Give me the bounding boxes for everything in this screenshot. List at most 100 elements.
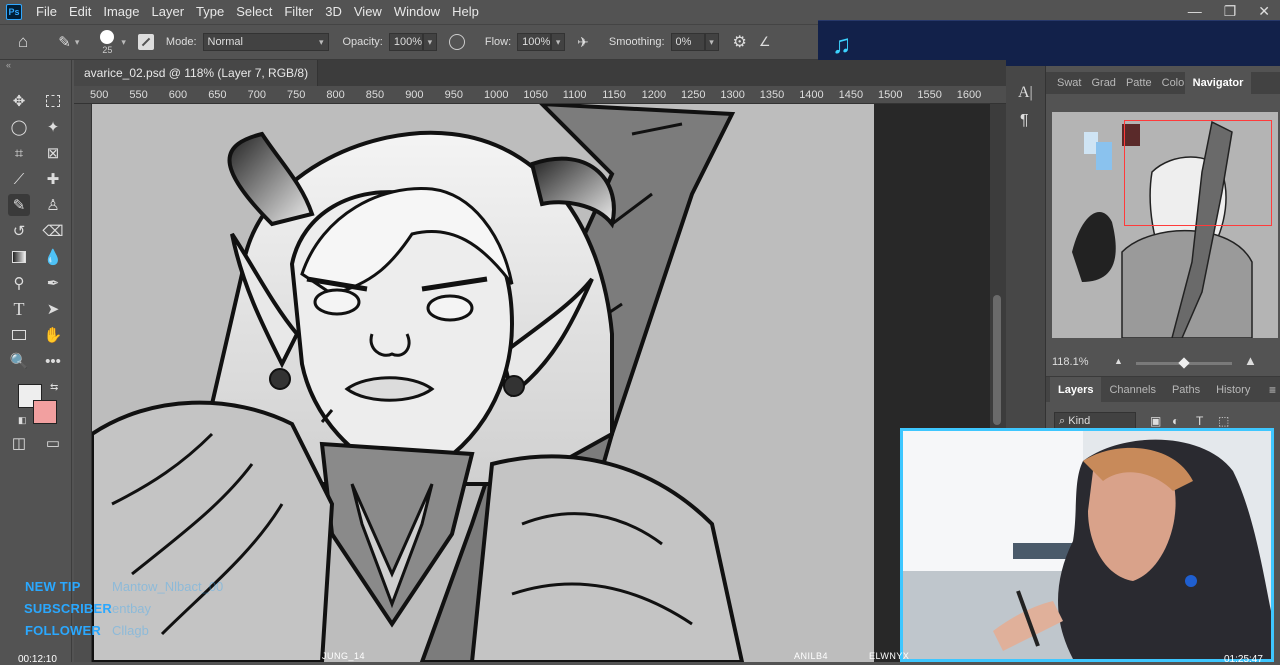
eraser-tool-icon[interactable]: ⌫ — [42, 220, 64, 242]
mode-select[interactable]: Normal ▾ — [202, 33, 329, 51]
paragraph-panel-icon[interactable]: ¶ — [1020, 112, 1029, 130]
filter-type-icon[interactable]: T — [1196, 414, 1203, 428]
zoom-in-icon[interactable]: ▲ — [1244, 353, 1257, 368]
menu-view[interactable]: View — [348, 0, 388, 24]
tab-swatches[interactable]: Swat — [1052, 72, 1086, 94]
menu-type[interactable]: Type — [190, 0, 230, 24]
ruler-label: 1100 — [562, 89, 587, 101]
default-colors-icon[interactable]: ◧ — [18, 415, 27, 426]
angle-icon[interactable]: ∠ — [759, 34, 771, 50]
type-tool-icon[interactable]: T — [8, 298, 30, 320]
brush-tool-icon[interactable]: ✎ — [8, 194, 30, 216]
tab-patterns[interactable]: Patte — [1121, 72, 1157, 94]
gear-icon[interactable]: ⚙ — [733, 32, 747, 52]
background-color-swatch[interactable] — [33, 400, 57, 424]
photoshop-logo: Ps — [6, 4, 22, 20]
zoom-slider-thumb[interactable] — [1178, 357, 1190, 369]
zoom-out-icon[interactable]: ▲ — [1114, 356, 1123, 366]
collapse-toolbar-icon[interactable]: « — [6, 60, 11, 70]
navigator-panel-tabs: Swat Grad Patte Color Navigator — [1046, 72, 1280, 94]
frame-tool-icon[interactable]: ⊠ — [42, 142, 64, 164]
filter-pixel-icon[interactable]: ▣ — [1150, 414, 1161, 428]
menu-edit[interactable]: Edit — [63, 0, 97, 24]
history-brush-tool-icon[interactable]: ↺ — [8, 220, 30, 242]
alert-label-follower: FOLLOWER — [25, 623, 101, 638]
marquee-tool-icon[interactable] — [42, 90, 64, 112]
character-panel-icon[interactable]: A| — [1018, 84, 1033, 102]
brush-preset-picker[interactable]: 25 — [97, 29, 117, 55]
search-icon: ⌕ — [1059, 415, 1066, 427]
eyedropper-tool-icon[interactable]: ⟋ — [8, 168, 30, 190]
magic-wand-tool-icon[interactable]: ✦ — [42, 116, 64, 138]
brush-tool-icon[interactable]: ✎ — [58, 33, 71, 51]
opacity-field[interactable]: 100% — [388, 33, 423, 51]
gradient-tool-icon[interactable] — [8, 246, 30, 268]
vertical-scroll-thumb[interactable] — [993, 295, 1001, 425]
pressure-opacity-icon[interactable] — [448, 34, 465, 50]
tab-gradients[interactable]: Grad — [1086, 72, 1120, 94]
chevron-down-icon[interactable]: ▾ — [422, 33, 437, 51]
window-controls: — ❐ ✕ — [1188, 0, 1270, 22]
close-button[interactable]: ✕ — [1258, 0, 1270, 22]
ruler-label: 1400 — [799, 89, 824, 101]
home-icon[interactable]: ⌂ — [18, 32, 28, 52]
ruler-label: 800 — [326, 89, 345, 101]
filter-adjustment-icon[interactable]: ◐ — [1172, 414, 1179, 428]
opacity-value: 100% — [393, 36, 422, 48]
tab-color[interactable]: Color — [1157, 72, 1185, 94]
ruler-label: 750 — [287, 89, 306, 101]
smoothing-value: 0% — [675, 36, 692, 48]
airbrush-icon[interactable]: ✈ — [577, 34, 589, 51]
menu-filter[interactable]: Filter — [278, 0, 319, 24]
minimize-button[interactable]: — — [1188, 0, 1202, 22]
menu-image[interactable]: Image — [97, 0, 145, 24]
restore-button[interactable]: ❐ — [1224, 0, 1237, 22]
menu-window[interactable]: Window — [388, 0, 446, 24]
rectangle-tool-icon[interactable] — [8, 324, 30, 346]
swap-colors-icon[interactable]: ⇆ — [50, 382, 58, 393]
menu-layer[interactable]: Layer — [146, 0, 191, 24]
healing-brush-tool-icon[interactable]: ✚ — [42, 168, 64, 190]
filter-shape-icon[interactable]: ⬚ — [1218, 414, 1229, 428]
tools-panel: « ✥ ◯ ✦ ⌗ ⊠ ⟋ ✚ ✎ ♙ ↺ ⌫ 💧 ⚲ ✒ T ➤ ✋ 🔍 ••… — [0, 60, 72, 662]
tab-paths[interactable]: Paths — [1164, 377, 1208, 403]
chevron-down-icon[interactable]: ▾ — [75, 37, 80, 48]
menu-select[interactable]: Select — [230, 0, 278, 24]
crop-tool-icon[interactable]: ⌗ — [8, 142, 30, 164]
lasso-tool-icon[interactable]: ◯ — [8, 116, 30, 138]
smoothing-field[interactable]: 0% — [670, 33, 705, 51]
tab-navigator[interactable]: Navigator — [1184, 72, 1252, 94]
panel-menu-icon[interactable]: ≡ — [1269, 383, 1276, 397]
path-selection-tool-icon[interactable]: ➤ — [42, 298, 64, 320]
menu-3d[interactable]: 3D — [319, 0, 348, 24]
document-tab[interactable]: avarice_02.psd @ 118% (Layer 7, RGB/8) × — [74, 60, 318, 106]
flow-field[interactable]: 100% — [517, 33, 552, 51]
clone-stamp-tool-icon[interactable]: ♙ — [42, 194, 64, 216]
alert-value-new-tip: Mantow_Nlbact_00 — [112, 579, 224, 594]
blur-tool-icon[interactable]: 💧 — [42, 246, 64, 268]
tab-layers[interactable]: Layers — [1050, 376, 1102, 403]
zoom-value[interactable]: 118.1% — [1052, 356, 1089, 368]
ruler-label: 500 — [90, 89, 109, 101]
menu-help[interactable]: Help — [446, 0, 485, 24]
zoom-tool-icon[interactable]: 🔍 — [8, 350, 30, 372]
hand-tool-icon[interactable]: ✋ — [42, 324, 64, 346]
ruler-label: 1050 — [523, 89, 548, 101]
brush-settings-icon[interactable] — [137, 34, 154, 50]
more-tools-icon[interactable]: ••• — [42, 350, 64, 372]
chevron-down-icon[interactable]: ▾ — [121, 37, 126, 48]
menu-file[interactable]: File — [30, 0, 63, 24]
chevron-down-icon[interactable]: ▾ — [704, 33, 719, 51]
navigator-view-box[interactable] — [1124, 120, 1272, 226]
screen-mode-icon[interactable]: ▭ — [42, 432, 64, 454]
chevron-down-icon[interactable]: ▾ — [551, 33, 566, 51]
tab-channels[interactable]: Channels — [1101, 377, 1163, 403]
dodge-tool-icon[interactable]: ⚲ — [8, 272, 30, 294]
ruler-label: 1200 — [641, 89, 667, 101]
ruler-label: 600 — [168, 89, 188, 101]
pen-tool-icon[interactable]: ✒ — [42, 272, 64, 294]
layers-panel-tabs: Layers Channels Paths History ≡ — [1046, 376, 1280, 403]
quick-mask-icon[interactable]: ◫ — [8, 432, 30, 454]
tab-history[interactable]: History — [1208, 377, 1258, 403]
move-tool-icon[interactable]: ✥ — [8, 90, 30, 112]
